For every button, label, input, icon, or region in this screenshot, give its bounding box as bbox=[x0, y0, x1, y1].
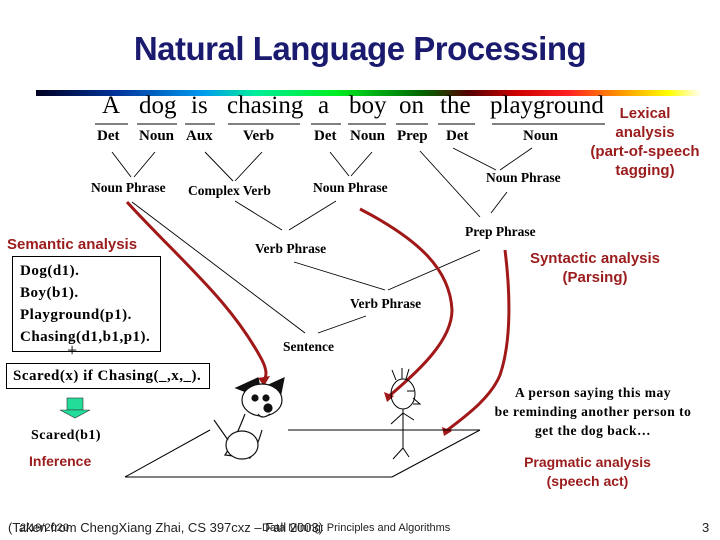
parse-tree-edges bbox=[111, 147, 533, 334]
arrowheads bbox=[258, 376, 452, 436]
page-number: 3 bbox=[702, 520, 710, 535]
green-down-arrow-icon bbox=[59, 397, 91, 419]
diagram-drawing bbox=[59, 123, 605, 478]
ground-plane bbox=[124, 429, 481, 478]
red-arrows bbox=[125, 200, 511, 434]
footer-course: Data Mining: Principles and Algorithms bbox=[262, 522, 451, 534]
dog-icon bbox=[213, 376, 285, 460]
footer-date: 2/19/2020 bbox=[20, 522, 69, 534]
